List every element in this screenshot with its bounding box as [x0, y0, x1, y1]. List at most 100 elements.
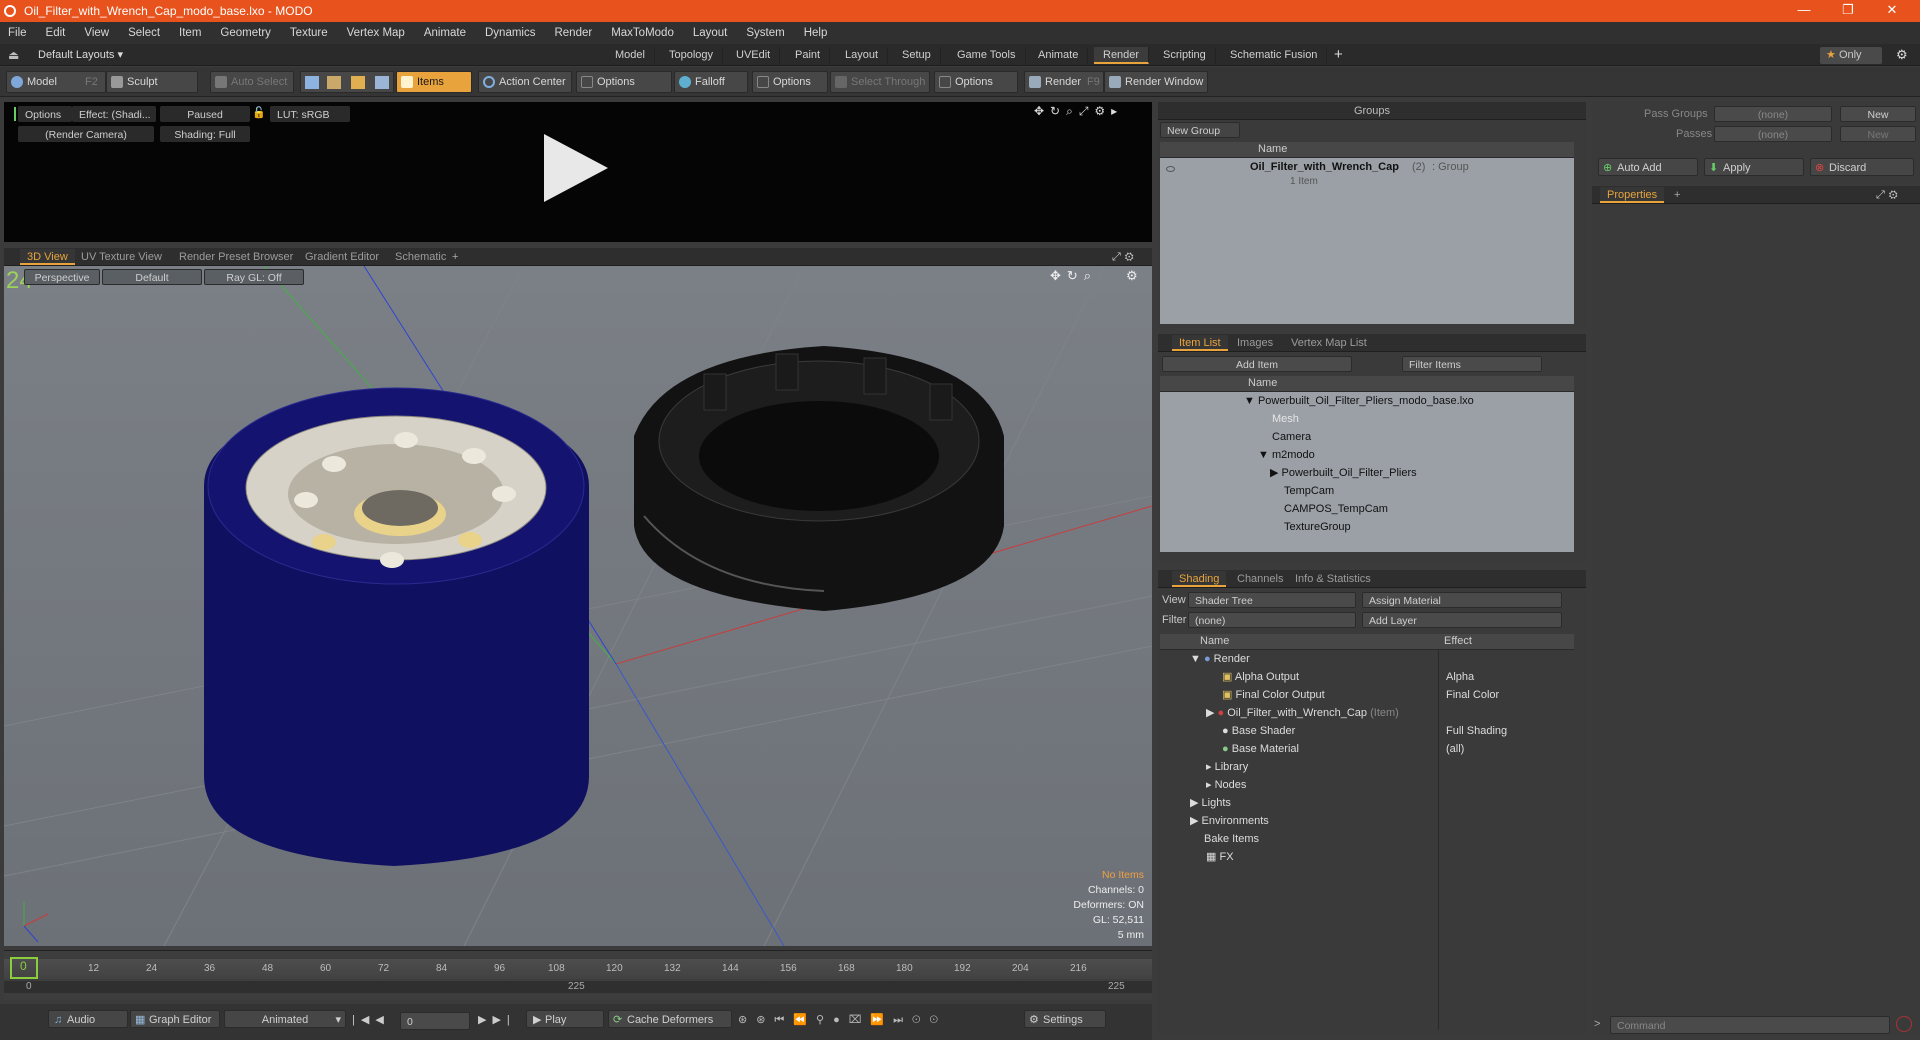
frame-input[interactable]: 0	[400, 1012, 470, 1030]
tab-uv-texture-view[interactable]: UV Texture View	[74, 249, 169, 265]
tab-game-tools[interactable]: Game Tools	[948, 47, 1026, 64]
animated-dropdown[interactable]: Animated ▾	[224, 1010, 346, 1028]
tab-item-list[interactable]: Item List	[1172, 335, 1228, 351]
add-layer-dropdown[interactable]: Add Layer	[1362, 612, 1562, 628]
effect-final-color[interactable]: Final Color	[1446, 686, 1499, 704]
passes-dropdown[interactable]: (none)	[1714, 126, 1832, 142]
layouts-dropdown[interactable]: Default Layouts ▾	[38, 48, 123, 61]
new-pass-group-button[interactable]: New	[1840, 106, 1916, 122]
tab-scripting[interactable]: Scripting	[1154, 47, 1216, 64]
group-name[interactable]: Oil_Filter_with_Wrench_Cap	[1250, 161, 1399, 173]
tab-images[interactable]: Images	[1230, 335, 1280, 351]
range-bar[interactable]: 0 225 225	[4, 981, 1152, 993]
add-tab-button[interactable]: +	[1334, 46, 1343, 63]
graph-editor-button[interactable]: ▦ Graph Editor	[130, 1010, 220, 1028]
tab-setup[interactable]: Setup	[893, 47, 941, 64]
render-button[interactable]: Render F9	[1024, 71, 1104, 93]
action-center-button[interactable]: Action Center	[478, 71, 572, 93]
tree-row-mesh[interactable]: Mesh	[1272, 410, 1299, 428]
shader-row-alpha-output[interactable]: ▣ Alpha Output	[1222, 668, 1299, 686]
new-pass-button[interactable]: New	[1840, 126, 1916, 142]
filter-items-input[interactable]: Filter Items	[1402, 356, 1542, 372]
menu-maxtomodo[interactable]: MaxToModo	[611, 27, 674, 39]
keyframe-tools-icons[interactable]: ⊛⊛⏮⏪⚲●⌧⏩⏭⊙⊙	[738, 1013, 947, 1027]
apply-button[interactable]: ⬇ Apply	[1704, 158, 1804, 176]
tab-model[interactable]: Model	[606, 47, 655, 64]
preview-options-button[interactable]: Options	[18, 106, 72, 122]
add-item-dropdown[interactable]: Add Item	[1162, 356, 1352, 372]
effect-all[interactable]: (all)	[1446, 740, 1464, 758]
menu-edit[interactable]: Edit	[46, 27, 66, 39]
shading-style-dropdown[interactable]: Default	[102, 269, 202, 285]
restore-button[interactable]: ❐	[1828, 0, 1868, 22]
menu-item[interactable]: Item	[179, 27, 201, 39]
tab-render[interactable]: Render	[1094, 47, 1150, 64]
lut-dropdown[interactable]: LUT: sRGB	[270, 106, 350, 122]
tab-shading[interactable]: Shading	[1172, 571, 1227, 587]
step-back-icons[interactable]: |◀◀	[352, 1013, 390, 1026]
auto-add-button[interactable]: ⊕ Auto Add	[1598, 158, 1698, 176]
shader-row-base-material[interactable]: ● Base Material	[1222, 740, 1299, 758]
preview-nav-icons[interactable]: ✥↻⌕⤢⚙▸	[1034, 104, 1123, 119]
materials-icon[interactable]	[375, 76, 389, 89]
groups-list[interactable]: Oil_Filter_with_Wrench_Cap (2) : Group 1…	[1160, 158, 1574, 324]
shader-row-lights[interactable]: ▶ Lights	[1190, 794, 1231, 812]
menu-texture[interactable]: Texture	[290, 27, 328, 39]
tab-channels[interactable]: Channels	[1230, 571, 1290, 587]
shader-row-final-color[interactable]: ▣ Final Color Output	[1222, 686, 1325, 704]
tree-row-m2modo[interactable]: ▼ m2modo	[1258, 446, 1315, 464]
viewport-expand-icons[interactable]: ⤢⚙	[1112, 248, 1138, 266]
sculpt-mode-button[interactable]: Sculpt	[106, 71, 198, 93]
falloff-button[interactable]: Falloff	[674, 71, 748, 93]
cache-deformers-button[interactable]: ⟳ Cache Deformers	[608, 1010, 732, 1028]
tab-paint[interactable]: Paint	[786, 47, 831, 64]
tab-render-preset-browser[interactable]: Render Preset Browser	[172, 249, 300, 265]
assign-material-button[interactable]: Assign Material	[1362, 592, 1562, 608]
menu-help[interactable]: Help	[804, 27, 828, 39]
shader-row-base-shader[interactable]: ● Base Shader	[1222, 722, 1295, 740]
shader-tree[interactable]: ▼ ● Render ▣ Alpha Output Alpha ▣ Final …	[1160, 650, 1574, 1030]
tab-properties[interactable]: Properties	[1600, 187, 1665, 203]
tab-info-statistics[interactable]: Info & Statistics	[1288, 571, 1378, 587]
settings-button[interactable]: ⚙ Settings	[1024, 1010, 1106, 1028]
shader-row-fx[interactable]: ▦ FX	[1206, 848, 1234, 866]
current-frame-marker[interactable]: 0	[10, 957, 38, 979]
add-viewport-tab-button[interactable]: +	[452, 248, 458, 266]
tree-row-pliers[interactable]: ▶ Powerbuilt_Oil_Filter_Pliers	[1270, 464, 1417, 482]
play-button[interactable]: ▶ Play	[526, 1010, 604, 1028]
tree-row-campos[interactable]: CAMPOS_TempCam	[1284, 500, 1388, 518]
shader-row-render[interactable]: ▼ ● Render	[1190, 650, 1250, 668]
tab-uvedit[interactable]: UVEdit	[727, 47, 781, 64]
step-forward-icons[interactable]: ▶▶|	[478, 1013, 516, 1026]
shader-row-library[interactable]: ▸ Library	[1206, 758, 1248, 776]
falloff-options-button[interactable]: Options	[752, 71, 828, 93]
viewport-gear-icon[interactable]: ⚙	[1126, 268, 1138, 284]
raygl-dropdown[interactable]: Ray GL: Off	[204, 269, 304, 285]
effect-dropdown[interactable]: Effect: (Shadi...	[72, 106, 156, 122]
gear-icon[interactable]: ⚙	[1896, 47, 1908, 63]
visibility-eye-icon[interactable]	[1166, 166, 1175, 172]
viewport-nav-icons[interactable]: ✥↻⌕	[1050, 268, 1097, 284]
paused-toggle[interactable]: Paused	[160, 106, 250, 122]
render-camera-dropdown[interactable]: (Render Camera)	[18, 126, 154, 142]
select-through-button[interactable]: Select Through	[830, 71, 930, 93]
tab-vertex-map-list[interactable]: Vertex Map List	[1284, 335, 1374, 351]
menu-vertex-map[interactable]: Vertex Map	[347, 27, 405, 39]
perspective-dropdown[interactable]: Perspective	[24, 269, 100, 285]
effect-full-shading[interactable]: Full Shading	[1446, 722, 1507, 740]
vertices-icon[interactable]	[305, 76, 319, 89]
tab-topology[interactable]: Topology	[660, 47, 724, 64]
tab-3d-view[interactable]: 3D View	[20, 249, 75, 265]
shading-dropdown[interactable]: Shading: Full	[160, 126, 250, 142]
command-input[interactable]: Command	[1610, 1016, 1890, 1034]
render-window-button[interactable]: Render Window	[1104, 71, 1208, 93]
view-dropdown[interactable]: Shader Tree	[1188, 592, 1356, 608]
tree-row-tempcam[interactable]: TempCam	[1284, 482, 1334, 500]
polygons-icon[interactable]	[351, 76, 365, 89]
layout-up-icon[interactable]: ⏏	[8, 48, 19, 62]
pass-groups-dropdown[interactable]: (none)	[1714, 106, 1832, 122]
tab-schematic-fusion[interactable]: Schematic Fusion	[1221, 47, 1328, 64]
properties-expand-icons[interactable]: ⤢⚙	[1876, 186, 1902, 204]
timeline[interactable]: 0 12 24 36 48 60 72 84 96 108 120 132 14…	[4, 950, 1152, 1000]
model-mode-button[interactable]: Model F2	[6, 71, 106, 93]
